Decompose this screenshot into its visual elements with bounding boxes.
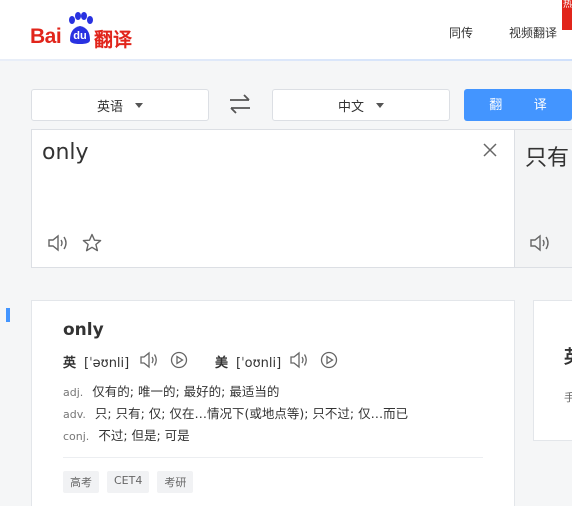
side-card-title: 英 xyxy=(564,343,572,369)
translate-button[interactable]: 翻 译 xyxy=(464,89,572,121)
speaker-icon[interactable] xyxy=(529,233,551,253)
exam-tags: 高考 CET4 考研 xyxy=(63,471,194,493)
dictionary-card: only 英 [ˈəʊnli] 美 [ˈoʊnli] adj. 仅有的; 唯一的… xyxy=(31,300,515,506)
source-text-input[interactable]: only xyxy=(42,140,89,165)
phonetic-us-region: 美 xyxy=(215,356,229,371)
target-language-label: 中文 xyxy=(337,99,364,115)
play-icon[interactable] xyxy=(169,350,189,370)
part-of-speech: adj. xyxy=(63,386,84,399)
part-of-speech: conj. xyxy=(63,430,90,443)
definition-item: adj. 仅有的; 唯一的; 最好的; 最适当的 xyxy=(63,381,408,403)
divider xyxy=(63,457,483,458)
source-language-label: 英语 xyxy=(96,99,123,115)
active-indicator xyxy=(6,308,10,322)
logo-fanyi-text: 翻译 xyxy=(94,29,133,51)
phonetic-us-ipa: [ˈoʊnli] xyxy=(236,356,282,371)
logo-bai-text: Bai xyxy=(30,25,62,48)
definition-item: adv. 只; 只有; 仅; 仅在…情况下(或地点等); 只不过; 仅…而已 xyxy=(63,403,408,425)
definitions-list: adj. 仅有的; 唯一的; 最好的; 最适当的 adv. 只; 只有; 仅; 仅在… xyxy=(63,381,408,447)
phonetic-uk-region: 英 xyxy=(63,356,77,371)
close-icon[interactable] xyxy=(482,142,498,158)
exam-tag: CET4 xyxy=(107,471,150,493)
phonetics-row: 英 [ˈəʊnli] 美 [ˈoʊnli] xyxy=(63,350,503,372)
side-card-text: 手 xyxy=(564,391,572,404)
speaker-icon[interactable] xyxy=(289,350,309,370)
definition-text: 不过; 但是; 可是 xyxy=(98,428,190,443)
logo-du-text: du xyxy=(73,30,87,42)
dictionary-word: only xyxy=(63,320,104,340)
definition-text: 只; 只有; 仅; 仅在…情况下(或地点等); 只不过; 仅…而已 xyxy=(94,406,409,421)
definition-item: conj. 不过; 但是; 可是 xyxy=(63,425,408,447)
speaker-icon[interactable] xyxy=(47,233,69,253)
exam-tag: 考研 xyxy=(157,471,194,493)
phonetic-uk: 英 [ˈəʊnli] xyxy=(63,352,129,371)
source-text-panel: only xyxy=(31,129,515,268)
definition-text: 仅有的; 唯一的; 最好的; 最适当的 xyxy=(92,384,280,399)
hot-badge: 热 xyxy=(562,0,572,30)
nav-video-translate[interactable]: 视频翻译 xyxy=(509,24,557,41)
side-scroll-indicator xyxy=(0,268,10,322)
header-divider xyxy=(0,59,572,61)
target-language-select[interactable]: 中文 xyxy=(272,89,450,121)
play-icon[interactable] xyxy=(319,350,339,370)
side-card: 英 手 xyxy=(533,300,572,441)
target-text-output: 只有 xyxy=(525,146,570,171)
nav-simultaneous[interactable]: 同传 xyxy=(449,24,473,41)
phonetic-uk-ipa: [ˈəʊnli] xyxy=(84,356,130,371)
source-language-select[interactable]: 英语 xyxy=(31,89,209,121)
target-text-panel: 只有 xyxy=(515,129,572,268)
chevron-down-icon xyxy=(135,102,143,108)
part-of-speech: adv. xyxy=(63,408,86,421)
chevron-down-icon xyxy=(376,102,384,108)
swap-languages-icon[interactable] xyxy=(227,93,253,115)
top-bar: Bai du 翻译 同传 视频翻译 热 xyxy=(0,0,572,60)
phonetic-us: 美 [ˈoʊnli] xyxy=(215,352,281,371)
speaker-icon[interactable] xyxy=(139,350,159,370)
star-icon[interactable] xyxy=(82,233,102,253)
exam-tag: 高考 xyxy=(63,471,99,493)
